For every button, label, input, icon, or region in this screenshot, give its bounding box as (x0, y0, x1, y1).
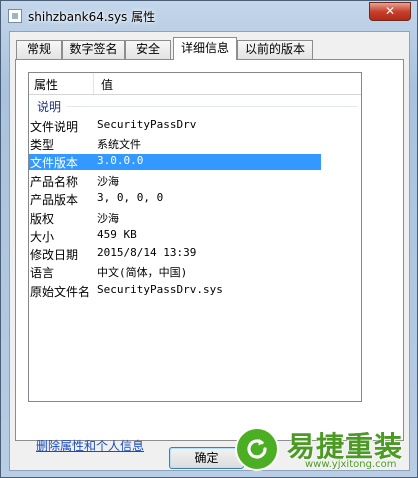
tab-general[interactable]: 常规 (16, 40, 62, 59)
property-name: 产品版本 (30, 193, 79, 207)
list-header: 属性 值 (29, 73, 361, 95)
close-button[interactable]: ✕ (369, 2, 411, 21)
property-name: 文件说明 (30, 120, 79, 134)
list-item-product-name[interactable]: 产品名称 沙海 (29, 173, 321, 189)
list-item-file-version[interactable]: 文件版本 3.0.0.0 (29, 154, 321, 170)
column-header-value[interactable]: 值 (101, 76, 113, 93)
dialog-client-area: 常规 数字签名 安全 详细信息 以前的版本 属性 值 说明 文件说明 Secur (9, 31, 410, 471)
property-value: 3.0.0.0 (97, 154, 144, 167)
property-value: 中文(简体，中国) (97, 266, 188, 279)
property-name: 产品名称 (30, 175, 79, 189)
watermark-logo: 易捷重装 www.yjxitong.com (229, 419, 417, 477)
list-item-file-description[interactable]: 文件说明 SecurityPassDrv (29, 118, 321, 134)
details-panel: 属性 值 说明 文件说明 SecurityPassDrv 类型 系统文件 文件版… (15, 59, 404, 453)
file-icon (8, 9, 22, 23)
property-name: 版权 (30, 212, 55, 226)
property-value: 3, 0, 0, 0 (97, 191, 164, 204)
list-item-size[interactable]: 大小 459 KB (29, 228, 321, 244)
property-name: 大小 (30, 230, 55, 244)
list-item-product-version[interactable]: 产品版本 3, 0, 0, 0 (29, 191, 321, 207)
property-name: 语言 (30, 266, 55, 280)
property-name: 类型 (30, 138, 55, 152)
group-label: 说明 (37, 100, 62, 114)
properties-window: shihzbank64.sys 属性 ✕ 常规 数字签名 安全 详细信息 以前的… (0, 0, 418, 478)
group-divider (67, 106, 357, 107)
column-header-property[interactable]: 属性 (34, 76, 58, 93)
list-item-copyright[interactable]: 版权 沙海 (29, 210, 321, 226)
details-list[interactable]: 属性 值 说明 文件说明 SecurityPassDrv 类型 系统文件 文件版… (28, 72, 362, 402)
tab-details[interactable]: 详细信息 (173, 37, 237, 60)
property-value: 2015/8/14 13:39 (97, 246, 197, 259)
property-value: SecurityPassDrv.sys (97, 283, 223, 296)
column-separator[interactable] (93, 73, 94, 94)
list-item-language[interactable]: 语言 中文(简体，中国) (29, 264, 321, 280)
title-bar[interactable]: shihzbank64.sys 属性 ✕ (1, 1, 417, 31)
watermark-url: www.yjxitong.com (305, 459, 397, 470)
tab-previous-versions[interactable]: 以前的版本 (237, 40, 313, 59)
property-value: 沙海 (97, 212, 119, 225)
remove-properties-link[interactable]: 删除属性和个人信息 (36, 437, 144, 454)
refresh-icon (235, 427, 279, 471)
list-item-type[interactable]: 类型 系统文件 (29, 136, 321, 152)
property-value: 系统文件 (97, 138, 141, 151)
tab-digital-signatures[interactable]: 数字签名 (62, 40, 125, 59)
property-value: 459 KB (97, 228, 137, 241)
list-item-modified-date[interactable]: 修改日期 2015/8/14 13:39 (29, 246, 321, 262)
property-value: SecurityPassDrv (97, 118, 197, 131)
property-name: 修改日期 (30, 248, 79, 262)
tab-security[interactable]: 安全 (125, 40, 171, 59)
property-value: 沙海 (97, 175, 119, 188)
list-item-original-filename[interactable]: 原始文件名 SecurityPassDrv.sys (29, 283, 321, 299)
property-name: 原始文件名 (30, 285, 91, 299)
property-name: 文件版本 (30, 156, 79, 170)
group-description: 说明 (29, 96, 361, 114)
window-title: shihzbank64.sys 属性 (28, 10, 156, 24)
